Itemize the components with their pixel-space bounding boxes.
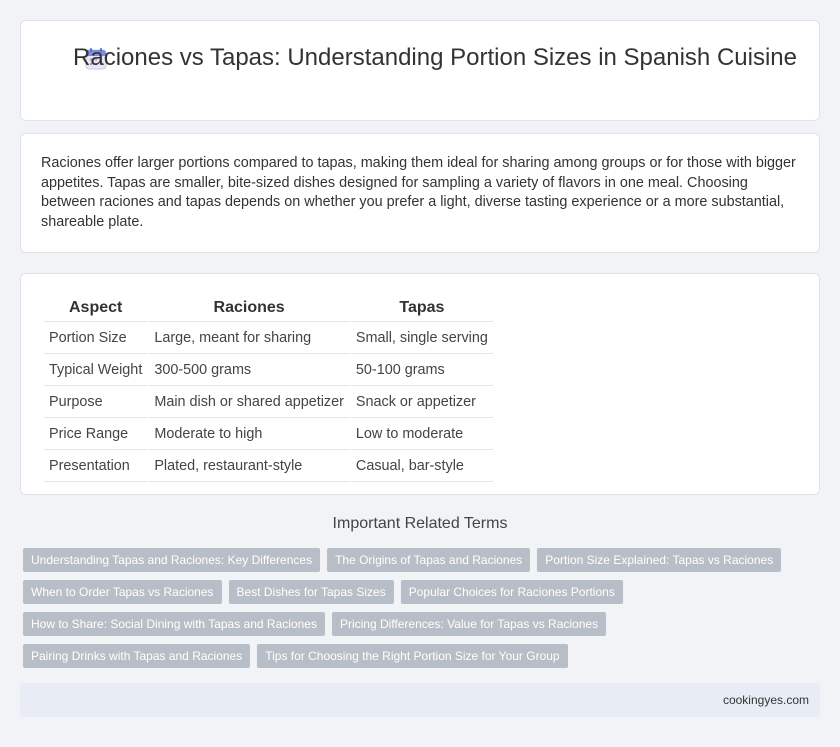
table-row: Price Range Moderate to high Low to mode… bbox=[44, 420, 493, 450]
intro-paragraph: Raciones offer larger portions compared … bbox=[41, 155, 796, 230]
column-header-raciones: Raciones bbox=[149, 296, 349, 322]
table-row: Presentation Plated, restaurant-style Ca… bbox=[44, 452, 493, 482]
intro-card: Raciones offer larger portions compared … bbox=[20, 133, 820, 253]
related-term-tag[interactable]: Understanding Tapas and Raciones: Key Di… bbox=[23, 548, 321, 572]
table-cell: Main dish or shared appetizer bbox=[149, 388, 349, 418]
table-row: Purpose Main dish or shared appetizer Sn… bbox=[44, 388, 493, 418]
column-header-tapas: Tapas bbox=[350, 296, 493, 322]
related-term-tag[interactable]: Portion Size Explained: Tapas vs Racione… bbox=[537, 548, 782, 572]
related-term-tag[interactable]: The Origins of Tapas and Raciones bbox=[327, 548, 531, 572]
table-cell: Snack or appetizer bbox=[350, 388, 493, 418]
related-term-tag[interactable]: Pairing Drinks with Tapas and Raciones bbox=[23, 644, 251, 668]
related-term-tag[interactable]: When to Order Tapas vs Raciones bbox=[23, 580, 222, 604]
related-term-tag[interactable]: Tips for Choosing the Right Portion Size… bbox=[257, 644, 568, 668]
related-term-tag[interactable]: Popular Choices for Raciones Portions bbox=[400, 580, 623, 604]
table-header-row: Aspect Raciones Tapas bbox=[44, 296, 493, 322]
related-terms-heading: Important Related Terms bbox=[332, 515, 508, 532]
footer: cookingyes.com bbox=[20, 683, 820, 717]
table-cell: Plated, restaurant-style bbox=[149, 452, 349, 482]
table-cell: 300-500 grams bbox=[149, 356, 349, 386]
related-terms-list: Understanding Tapas and Raciones: Key Di… bbox=[23, 548, 803, 668]
table-row: Typical Weight 300-500 grams 50-100 gram… bbox=[44, 356, 493, 386]
table-cell: Large, meant for sharing bbox=[149, 324, 349, 354]
table-cell: Portion Size bbox=[44, 324, 148, 354]
related-term-tag[interactable]: Best Dishes for Tapas Sizes bbox=[228, 580, 394, 604]
comparison-card: Aspect Raciones Tapas Portion Size Large… bbox=[20, 273, 820, 495]
table-cell: Presentation bbox=[44, 452, 148, 482]
table-cell: Small, single serving bbox=[350, 324, 493, 354]
table-row: Portion Size Large, meant for sharing Sm… bbox=[44, 324, 493, 354]
table-cell: Price Range bbox=[44, 420, 148, 450]
table-cell: Moderate to high bbox=[149, 420, 349, 450]
column-header-aspect: Aspect bbox=[44, 296, 148, 322]
page-title: Raciones vs Tapas: Understanding Portion… bbox=[73, 44, 797, 71]
table-cell: Casual, bar-style bbox=[350, 452, 493, 482]
header-card: Raciones vs Tapas: Understanding Portion… bbox=[20, 20, 820, 121]
related-term-tag[interactable]: How to Share: Social Dining with Tapas a… bbox=[23, 612, 325, 636]
footer-site-link[interactable]: cookingyes.com bbox=[723, 693, 809, 707]
comparison-table: Aspect Raciones Tapas Portion Size Large… bbox=[42, 294, 495, 484]
table-cell: Typical Weight bbox=[44, 356, 148, 386]
table-cell: Purpose bbox=[44, 388, 148, 418]
related-term-tag[interactable]: Pricing Differences: Value for Tapas vs … bbox=[331, 612, 607, 636]
table-cell: Low to moderate bbox=[350, 420, 493, 450]
table-cell: 50-100 grams bbox=[350, 356, 493, 386]
